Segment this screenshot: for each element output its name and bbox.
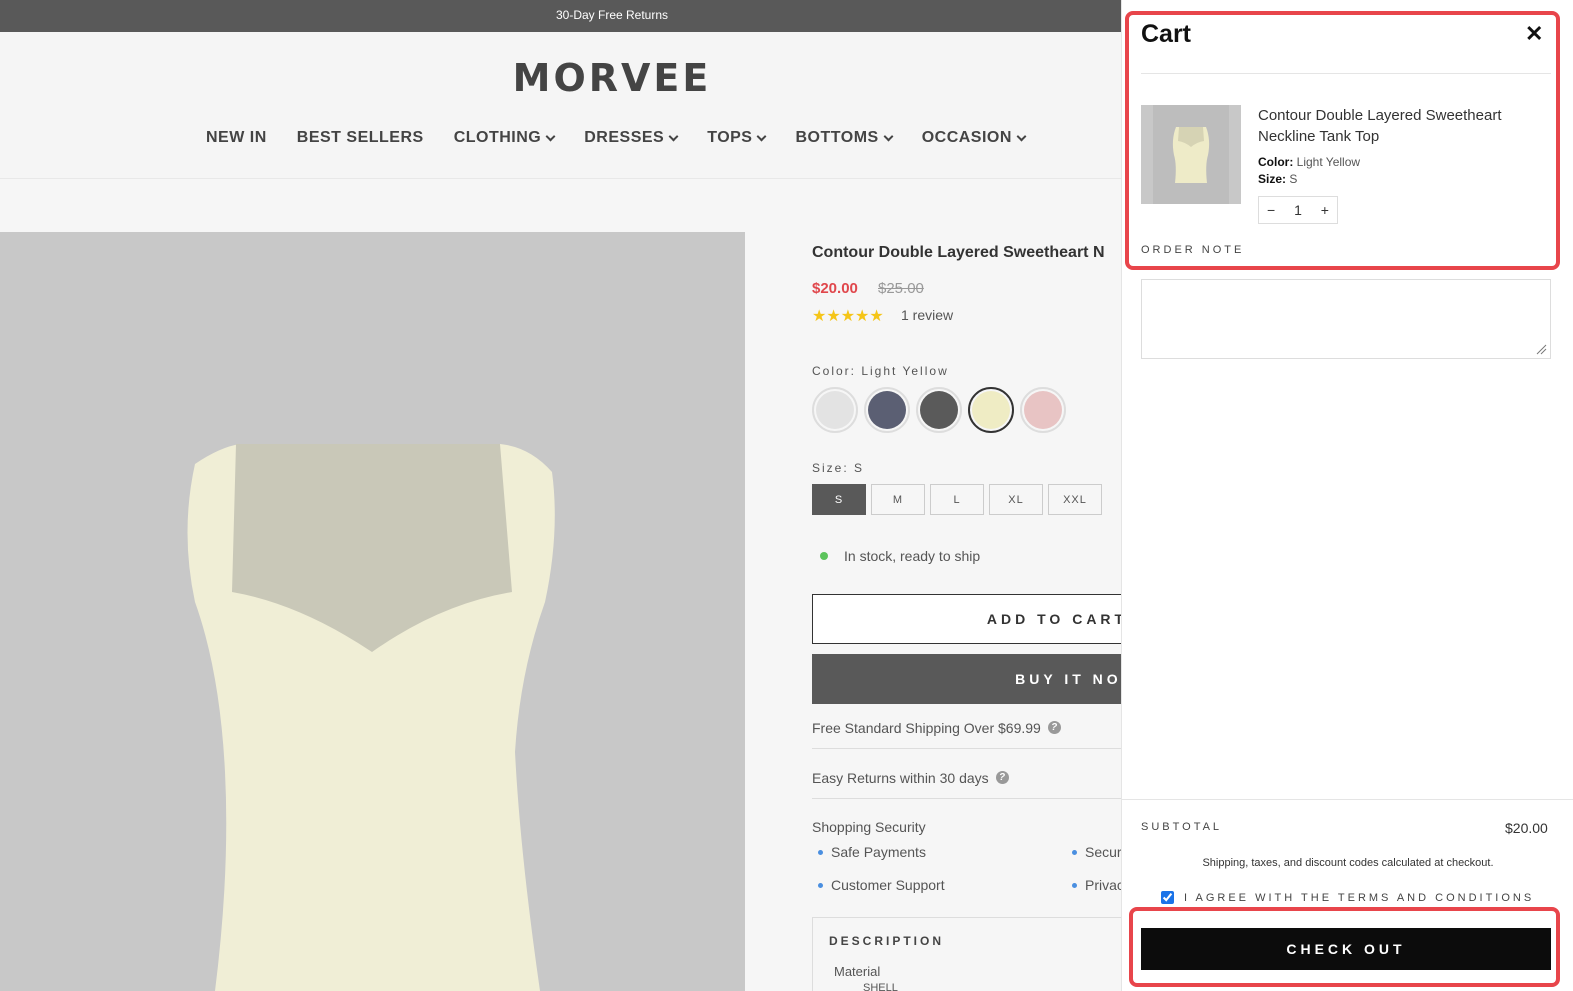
bullet-icon	[818, 849, 823, 855]
cart-item-size: Size: S	[1258, 172, 1298, 186]
size-l[interactable]: L	[930, 484, 984, 515]
terms-agreement[interactable]: I AGREE WITH THE TERMS AND CONDITIONS	[1161, 891, 1534, 904]
terms-label: I AGREE WITH THE TERMS AND CONDITIONS	[1184, 891, 1535, 904]
tax-note: Shipping, taxes, and discount codes calc…	[1202, 857, 1494, 869]
quantity-value[interactable]: 1	[1294, 202, 1302, 218]
cart-title: Cart	[1141, 20, 1192, 48]
tank-top-thumbnail	[1153, 105, 1229, 204]
increase-quantity-button[interactable]: +	[1321, 202, 1329, 218]
shell-label: SHELL	[863, 982, 898, 991]
swatch-fill	[868, 391, 906, 429]
size-xxl[interactable]: XXL	[1048, 484, 1102, 515]
swatch-pink[interactable]	[1020, 387, 1066, 433]
swatch-fill	[1024, 391, 1062, 429]
bullet-icon	[1072, 882, 1077, 888]
nav-occasion[interactable]: OCCASION	[922, 129, 1027, 147]
compare-price: $25.00	[878, 280, 924, 297]
nav-bottoms[interactable]: BOTTOMS	[795, 129, 894, 147]
terms-checkbox[interactable]	[1161, 891, 1174, 904]
cart-item-color: Color: Light Yellow	[1258, 155, 1361, 169]
swatch-charcoal[interactable]	[916, 387, 962, 433]
size-m[interactable]: M	[871, 484, 925, 515]
color-label: Color: Light Yellow	[812, 364, 949, 378]
help-icon[interactable]: ?	[995, 771, 1009, 784]
swatch-light-yellow[interactable]	[968, 387, 1014, 433]
brand-logo[interactable]: MORVEE	[0, 56, 1224, 100]
decrease-quantity-button[interactable]: −	[1267, 202, 1275, 218]
security-item: Privac	[1072, 877, 1124, 893]
chevron-down-icon	[883, 131, 894, 141]
product-title: Contour Double Layered Sweetheart N	[812, 244, 1105, 261]
announcement-text: 30-Day Free Returns	[555, 8, 669, 22]
description-title: DESCRIPTION	[829, 934, 945, 948]
shipping-info: Free Standard Shipping Over $69.99 ?	[812, 720, 1142, 749]
product-main-image[interactable]	[0, 232, 745, 991]
subtotal-label: SUBTOTAL	[1141, 821, 1223, 833]
swatch-navy[interactable]	[864, 387, 910, 433]
close-icon[interactable]: ✕	[1525, 23, 1543, 45]
swatch-grey[interactable]	[812, 387, 858, 433]
returns-info: Easy Returns within 30 days ?	[812, 770, 1142, 799]
subtotal-value: $20.00	[1505, 820, 1548, 836]
review-count[interactable]: 1 review	[901, 307, 953, 323]
stock-text: In stock, ready to ship	[844, 548, 981, 564]
quantity-stepper: − 1 +	[1258, 196, 1338, 224]
divider	[1141, 73, 1551, 74]
swatch-fill	[972, 391, 1010, 429]
description-panel[interactable]: DESCRIPTION Material SHELL	[812, 917, 1142, 991]
divider	[1122, 799, 1573, 800]
shipping-text: Free Standard Shipping Over $69.99	[812, 720, 1041, 736]
order-note-field[interactable]	[1141, 279, 1551, 359]
nav-tops[interactable]: TOPS	[707, 129, 767, 147]
add-to-cart-button[interactable]: ADD TO CART	[812, 594, 1142, 644]
cart-item-image[interactable]	[1141, 105, 1241, 204]
chevron-down-icon	[1016, 131, 1027, 141]
in-stock-dot-icon	[820, 552, 828, 560]
security-item: Customer Support	[818, 877, 945, 893]
bullet-icon	[818, 882, 823, 888]
nav-clothing[interactable]: CLOTHING	[454, 129, 556, 147]
size-s[interactable]: S	[812, 484, 866, 515]
chevron-down-icon	[757, 131, 767, 141]
material-label: Material	[834, 964, 881, 979]
order-note-label: ORDER NOTE	[1141, 244, 1245, 256]
swatch-fill	[920, 391, 958, 429]
main-nav: NEW IN BEST SELLERS CLOTHING DRESSES TOP…	[206, 129, 1027, 147]
chevron-down-icon	[545, 131, 556, 141]
buy-now-button[interactable]: BUY IT NOW	[812, 654, 1142, 704]
bullet-icon	[1072, 849, 1077, 855]
size-options: S M L XL XXL	[812, 484, 1102, 515]
cart-drawer: Cart ✕ Contour Double Layered Sweetheart…	[1121, 0, 1573, 991]
stock-status: In stock, ready to ship	[820, 548, 980, 564]
swatch-fill	[816, 391, 854, 429]
resize-grip-icon[interactable]	[1535, 343, 1547, 355]
returns-text: Easy Returns within 30 days	[812, 770, 989, 786]
color-swatches	[812, 387, 1066, 433]
checkout-button[interactable]: CHECK OUT	[1141, 928, 1551, 970]
size-label: Size: S	[812, 461, 865, 475]
security-item: Safe Payments	[818, 844, 926, 860]
tank-top-illustration	[187, 444, 555, 991]
nav-best-sellers[interactable]: BEST SELLERS	[297, 129, 424, 147]
security-item: Secur	[1072, 844, 1122, 860]
cart-item-name[interactable]: Contour Double Layered Sweetheart Neckli…	[1258, 105, 1528, 147]
nav-dresses[interactable]: DRESSES	[584, 129, 679, 147]
rating-stars[interactable]: ★★★★★	[812, 306, 884, 326]
help-icon[interactable]: ?	[1047, 721, 1061, 734]
chevron-down-icon	[668, 131, 679, 141]
size-xl[interactable]: XL	[989, 484, 1043, 515]
sale-price: $20.00	[812, 280, 858, 297]
security-title: Shopping Security	[812, 819, 926, 835]
nav-new-in[interactable]: NEW IN	[206, 129, 267, 147]
